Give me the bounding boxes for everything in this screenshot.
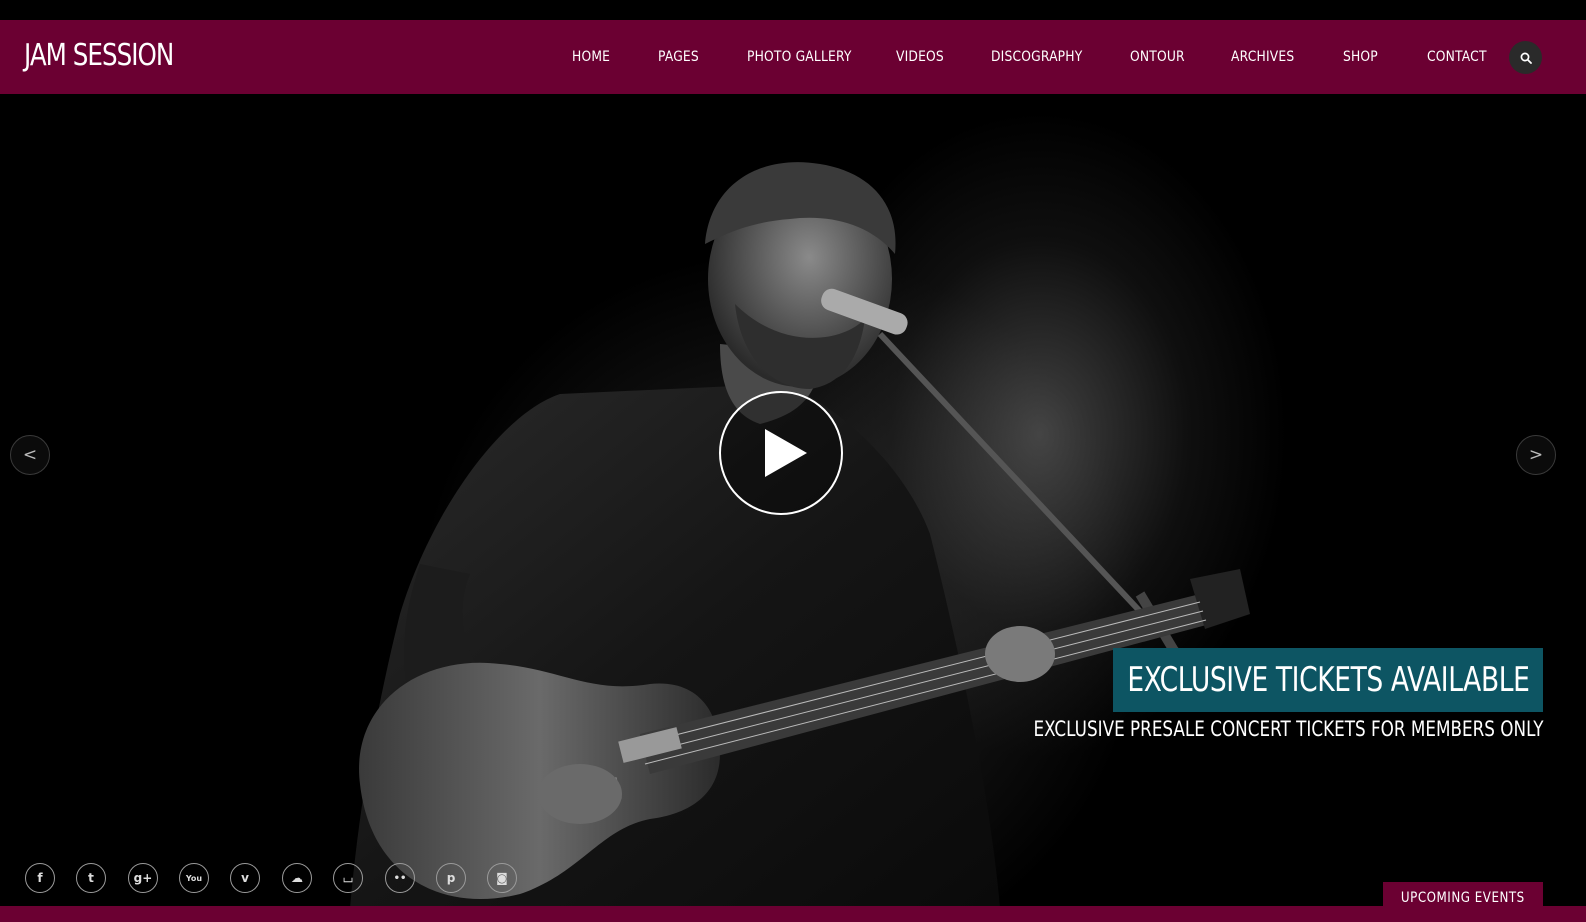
facebook-icon[interactable]: f (25, 863, 55, 893)
search-button[interactable] (1509, 41, 1542, 74)
nav-videos[interactable]: VIDEOS (896, 49, 944, 65)
nav-home[interactable]: HOME (572, 49, 610, 65)
instagram-icon[interactable]: ◙ (487, 863, 517, 893)
slide-headline: EXCLUSIVE TICKETS AVAILABLE (1126, 660, 1529, 700)
soundcloud-icon[interactable]: ☁ (282, 863, 312, 893)
flickr-icon[interactable]: •• (385, 863, 415, 893)
nav-archives[interactable]: ARCHIVES (1231, 49, 1294, 65)
upcoming-events-label: UPCOMING EVENTS (1401, 890, 1525, 906)
play-icon (765, 429, 807, 477)
hero-slider: < > EXCLUSIVE TICKETS AVAILABLE EXCLUSIV… (0, 94, 1586, 908)
bottom-bar (0, 906, 1586, 922)
site-header: JAM SESSION HOME PAGES PHOTO GALLERY VID… (0, 20, 1586, 94)
headline-box: EXCLUSIVE TICKETS AVAILABLE (1113, 648, 1543, 712)
search-icon (1520, 52, 1532, 64)
youtube-icon[interactable]: You (179, 863, 209, 893)
slider-next-button[interactable]: > (1516, 435, 1556, 475)
slider-prev-button[interactable]: < (10, 435, 50, 475)
top-strip (0, 0, 1586, 20)
vimeo-icon[interactable]: v (230, 863, 260, 893)
nav-pages[interactable]: PAGES (658, 49, 699, 65)
nav-discography[interactable]: DISCOGRAPHY (991, 49, 1082, 65)
twitter-icon[interactable]: t (76, 863, 106, 893)
slide-subline: EXCLUSIVE PRESALE CONCERT TICKETS FOR ME… (1033, 717, 1543, 741)
google-plus-icon[interactable]: g+ (128, 863, 158, 893)
nav-shop[interactable]: SHOP (1343, 49, 1378, 65)
upcoming-events-button[interactable]: UPCOMING EVENTS (1383, 882, 1543, 912)
nav-photo-gallery[interactable]: PHOTO GALLERY (747, 49, 852, 65)
nav-ontour[interactable]: ONTOUR (1130, 49, 1185, 65)
site-logo[interactable]: JAM SESSION (24, 38, 174, 73)
lastfm-icon[interactable]: ⌴ (333, 863, 363, 893)
play-button[interactable] (719, 391, 843, 515)
pinterest-icon[interactable]: p (436, 863, 466, 893)
nav-contact[interactable]: CONTACT (1427, 49, 1487, 65)
